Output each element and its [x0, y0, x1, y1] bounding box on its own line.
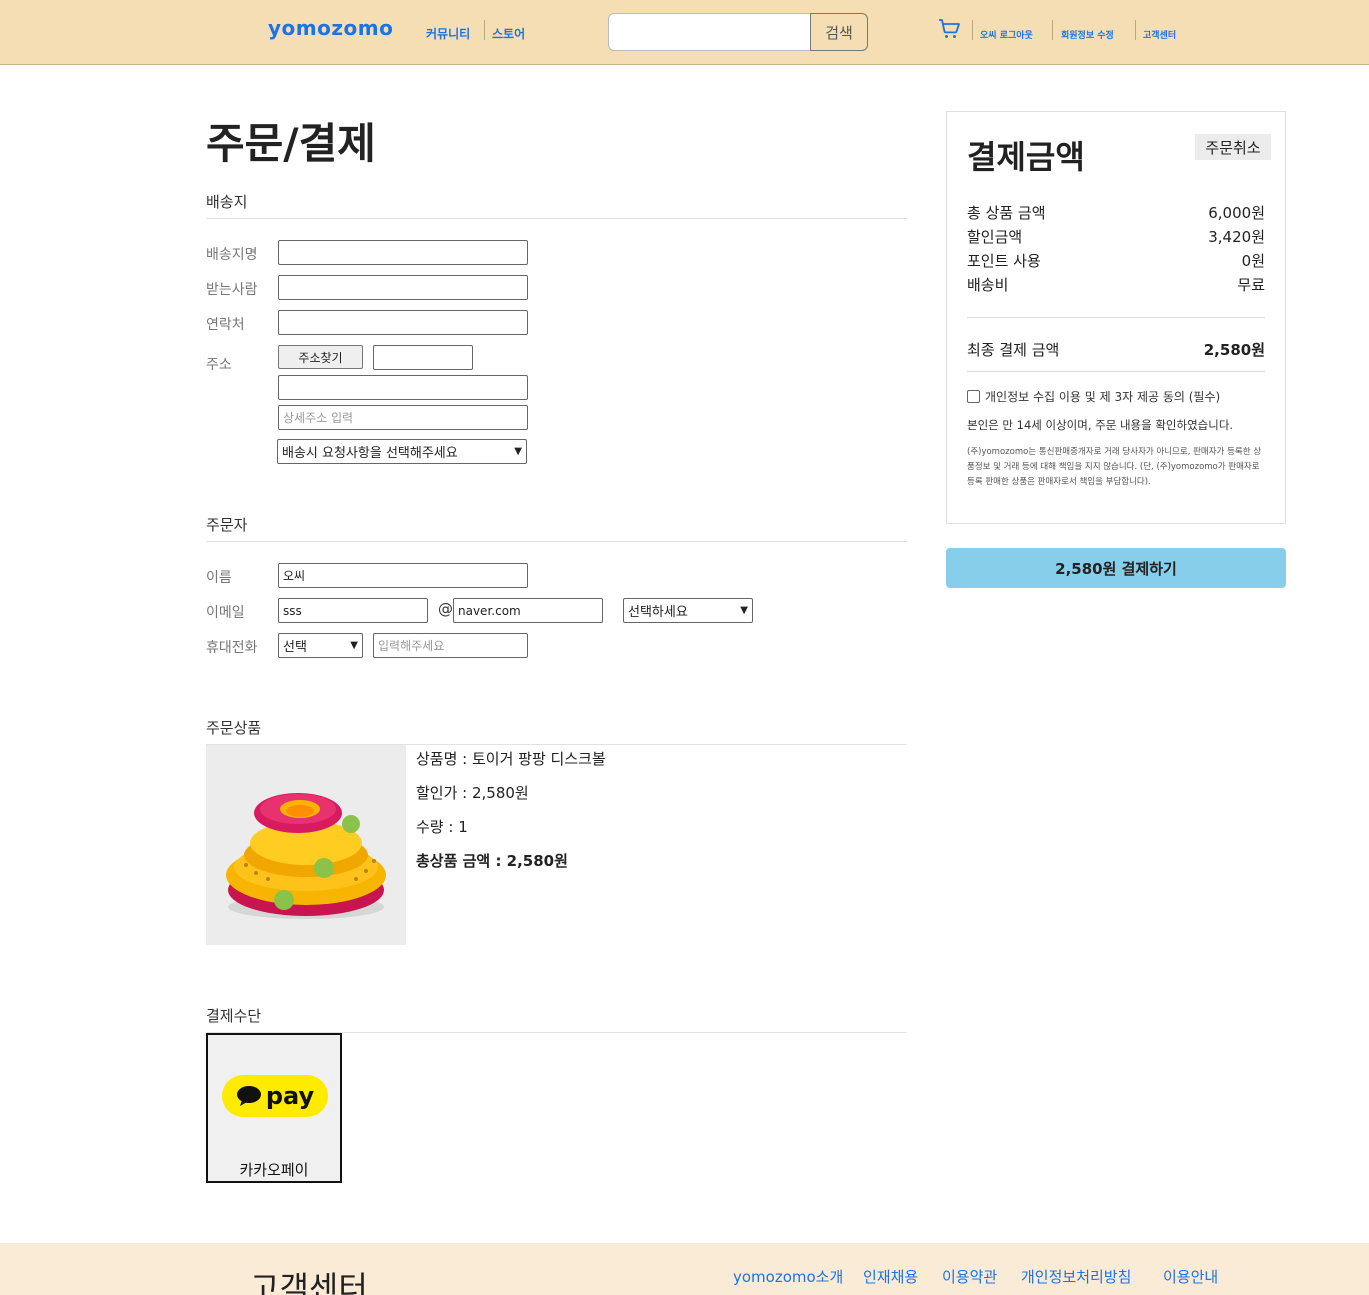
phone-prefix-select[interactable]: 선택 ▼ [278, 633, 363, 658]
divider [206, 218, 907, 219]
email-id-input[interactable] [278, 598, 428, 623]
recipient-input[interactable] [278, 275, 528, 300]
pay-button[interactable]: 2,580원 결제하기 [946, 548, 1286, 588]
summary-title: 결제금액 [967, 138, 1085, 176]
product-section-title: 주문상품 [206, 719, 262, 737]
footer-link-guide[interactable]: 이용안내 [1163, 1266, 1218, 1287]
kakaopay-option[interactable]: pay 카카오페이 [206, 1033, 342, 1183]
footer: 고객센터 yomozomo소개 인재채용 이용약관 개인정보처리방침 이용안내 [0, 1243, 1369, 1295]
divider [1052, 20, 1053, 40]
contact-label: 연락처 [206, 317, 245, 333]
confirm-text: 본인은 만 14세 이상이며, 주문 내용을 확인하였습니다. [967, 418, 1234, 432]
speech-bubble-icon [236, 1086, 261, 1106]
address-detail-input[interactable] [278, 405, 528, 430]
payment-summary-box: 결제금액 주문취소 총 상품 금액 6,000원 할인금액 3,420원 포인트… [946, 111, 1286, 524]
divider [972, 20, 973, 40]
search-button[interactable]: 검색 [810, 13, 868, 51]
phone-prefix-value: 선택 [283, 640, 307, 655]
logout-link[interactable]: 오씨 로그아웃 [980, 28, 1033, 41]
cart-icon[interactable] [937, 17, 961, 41]
shipping-name-label: 배송지명 [206, 247, 258, 263]
address-input[interactable] [278, 375, 528, 400]
summary-row-value: 무료 [1237, 276, 1265, 294]
summary-row-label: 포인트 사용 [967, 252, 1041, 270]
summary-row: 포인트 사용 0원 [967, 250, 1265, 271]
footer-link-terms[interactable]: 이용약관 [942, 1266, 997, 1287]
product-toy-image [226, 793, 386, 919]
summary-row-value: 3,420원 [1208, 228, 1265, 246]
address-label: 주소 [206, 357, 232, 373]
recipient-label: 받는사람 [206, 282, 258, 298]
shipping-name-input[interactable] [278, 240, 528, 265]
divider [484, 20, 485, 40]
delivery-request-select[interactable]: 배송시 요청사항을 선택해주세요 ▼ [277, 439, 527, 464]
email-domain-select-value: 선택하세요 [628, 605, 688, 620]
delivery-request-value: 배송시 요청사항을 선택해주세요 [282, 446, 458, 461]
contact-input[interactable] [278, 310, 528, 335]
email-domain-input[interactable] [453, 598, 603, 623]
chevron-down-icon: ▼ [740, 605, 748, 616]
shipping-section-title: 배송지 [206, 193, 248, 211]
summary-row: 할인금액 3,420원 [967, 226, 1265, 247]
email-label: 이메일 [206, 605, 245, 621]
customer-center-link[interactable]: 고객센터 [1143, 28, 1176, 41]
summary-row-label: 총 상품 금액 [967, 204, 1046, 222]
agree-checkbox[interactable] [967, 390, 980, 403]
edit-profile-link[interactable]: 회원정보 수정 [1061, 28, 1114, 41]
phone-label: 휴대전화 [206, 640, 258, 656]
divider [1135, 20, 1136, 40]
final-amount-label: 최종 결제 금액 [967, 341, 1060, 359]
chevron-down-icon: ▼ [514, 446, 522, 457]
product-image [206, 745, 406, 945]
email-domain-select[interactable]: 선택하세요 ▼ [623, 598, 753, 623]
phone-input[interactable] [373, 633, 528, 658]
product-quantity: 수량 : 1 [416, 818, 468, 836]
footer-title: 고객센터 [250, 1269, 368, 1295]
summary-row-value: 0원 [1241, 252, 1265, 270]
cancel-order-button[interactable]: 주문취소 [1195, 134, 1271, 160]
postcode-input[interactable] [373, 345, 473, 370]
summary-row: 총 상품 금액 6,000원 [967, 202, 1265, 223]
footer-link-about[interactable]: yomozomo소개 [733, 1266, 843, 1287]
orderer-section-title: 주문자 [206, 516, 248, 534]
kakaopay-label: 카카오페이 [239, 1161, 309, 1179]
chevron-down-icon: ▼ [350, 640, 358, 651]
payment-method-section-title: 결제수단 [206, 1007, 262, 1025]
page-title: 주문/결제 [206, 119, 376, 168]
divider [206, 541, 907, 542]
name-input[interactable] [278, 563, 528, 588]
summary-row-label: 할인금액 [967, 228, 1023, 246]
divider [967, 317, 1265, 318]
summary-row-label: 배송비 [967, 276, 1009, 294]
nav-community[interactable]: 커뮤니티 [426, 25, 470, 42]
final-amount-value: 2,580원 [1203, 341, 1265, 359]
find-address-button[interactable]: 주소찾기 [278, 345, 363, 369]
top-header: yomozomo 커뮤니티 스토어 검색 오씨 로그아웃 회원정보 수정 고객센… [0, 0, 1369, 65]
logo[interactable]: yomozomo [268, 16, 393, 40]
footer-link-careers[interactable]: 인재채용 [863, 1266, 918, 1287]
final-amount-row: 최종 결제 금액 2,580원 [967, 339, 1265, 360]
agree-label: 개인정보 수집 이용 및 제 3자 제공 동의 (필수) [985, 390, 1221, 404]
name-label: 이름 [206, 570, 232, 586]
agree-row: 개인정보 수집 이용 및 제 3자 제공 동의 (필수) [967, 388, 1220, 405]
search-input[interactable] [608, 13, 811, 51]
notice-text: (주)yomozomo는 통신판매중개자로 거래 당사자가 아니므로, 판매자가… [967, 447, 1262, 487]
product-price: 할인가 : 2,580원 [416, 784, 529, 802]
summary-row: 배송비 무료 [967, 274, 1265, 295]
footer-link-privacy[interactable]: 개인정보처리방침 [1021, 1266, 1131, 1287]
kakaopay-badge-text: pay [265, 1082, 315, 1110]
kakaopay-logo: pay [222, 1075, 328, 1117]
at-sign: @ [438, 600, 453, 618]
product-name: 상품명 : 토이거 팡팡 디스크볼 [416, 750, 606, 768]
nav-store[interactable]: 스토어 [492, 25, 525, 42]
product-total: 총상품 금액 : 2,580원 [416, 852, 568, 870]
divider [967, 371, 1265, 372]
summary-row-value: 6,000원 [1208, 204, 1265, 222]
